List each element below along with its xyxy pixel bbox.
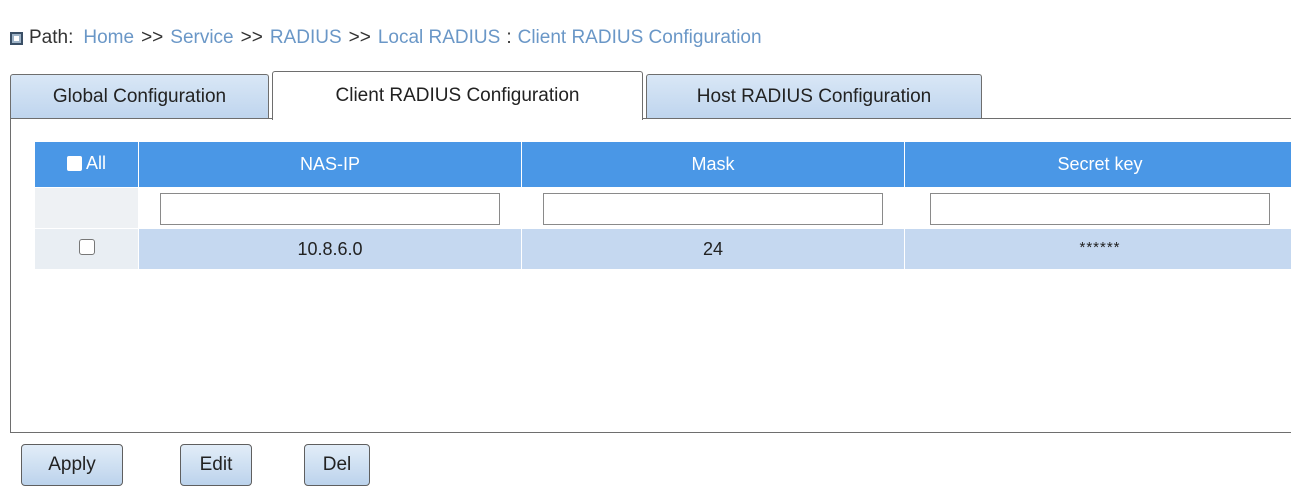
breadcrumb-current: Client RADIUS Configuration [517, 27, 762, 48]
row-select-cell [35, 228, 138, 269]
breadcrumb-radius[interactable]: RADIUS [270, 27, 342, 49]
table-row[interactable]: 10.8.6.0 24 ****** [35, 228, 1291, 269]
breadcrumb-home[interactable]: Home [83, 27, 134, 49]
column-header-mask: Mask [521, 142, 904, 187]
secret-key-value: ****** [1079, 238, 1121, 256]
cell-secret-key: ****** [904, 228, 1291, 269]
breadcrumb-separator: >> [348, 27, 371, 48]
table-header-row: All NAS-IP Mask Secret key [35, 142, 1291, 187]
cell-mask: 24 [521, 228, 904, 269]
tab-global-configuration[interactable]: Global Configuration [10, 74, 269, 118]
select-all-checkbox[interactable] [66, 156, 82, 171]
breadcrumb-local-radius[interactable]: Local RADIUS [378, 27, 501, 49]
content-panel: All NAS-IP Mask Secret key 10.8.6.0 24 *… [10, 118, 1291, 433]
secret-key-filter-input[interactable] [930, 193, 1270, 225]
select-all-label: All [85, 153, 106, 173]
client-radius-table: All NAS-IP Mask Secret key 10.8.6.0 24 *… [35, 142, 1291, 269]
mask-filter-input[interactable] [543, 193, 883, 225]
filter-cell-mask [521, 187, 904, 228]
breadcrumb: Path: Home >> Service >> RADIUS >> Local… [10, 26, 762, 50]
path-label: Path: [29, 27, 74, 48]
tab-client-radius-configuration[interactable]: Client RADIUS Configuration [272, 71, 643, 120]
breadcrumb-separator: >> [141, 27, 164, 48]
cell-nas-ip: 10.8.6.0 [138, 228, 521, 269]
apply-button[interactable]: Apply [21, 444, 123, 486]
filter-cell-secret-key [904, 187, 1291, 228]
tab-bar: Global Configuration Client RADIUS Confi… [10, 71, 1291, 120]
edit-button[interactable]: Edit [180, 444, 252, 486]
column-header-secret-key: Secret key [904, 142, 1291, 187]
nas-ip-filter-input[interactable] [160, 193, 500, 225]
delete-button[interactable]: Del [304, 444, 370, 486]
row-checkbox[interactable] [78, 238, 95, 255]
select-all-header: All [35, 142, 138, 187]
breadcrumb-separator: >> [240, 27, 263, 48]
filter-row [35, 187, 1291, 228]
breadcrumb-colon: : [506, 27, 512, 48]
filter-cell-nas-ip [138, 187, 521, 228]
tab-host-radius-configuration[interactable]: Host RADIUS Configuration [646, 74, 982, 118]
path-square-icon [10, 31, 23, 45]
breadcrumb-service[interactable]: Service [170, 27, 233, 49]
filter-row-spacer [35, 187, 138, 228]
column-header-nas-ip: NAS-IP [138, 142, 521, 187]
